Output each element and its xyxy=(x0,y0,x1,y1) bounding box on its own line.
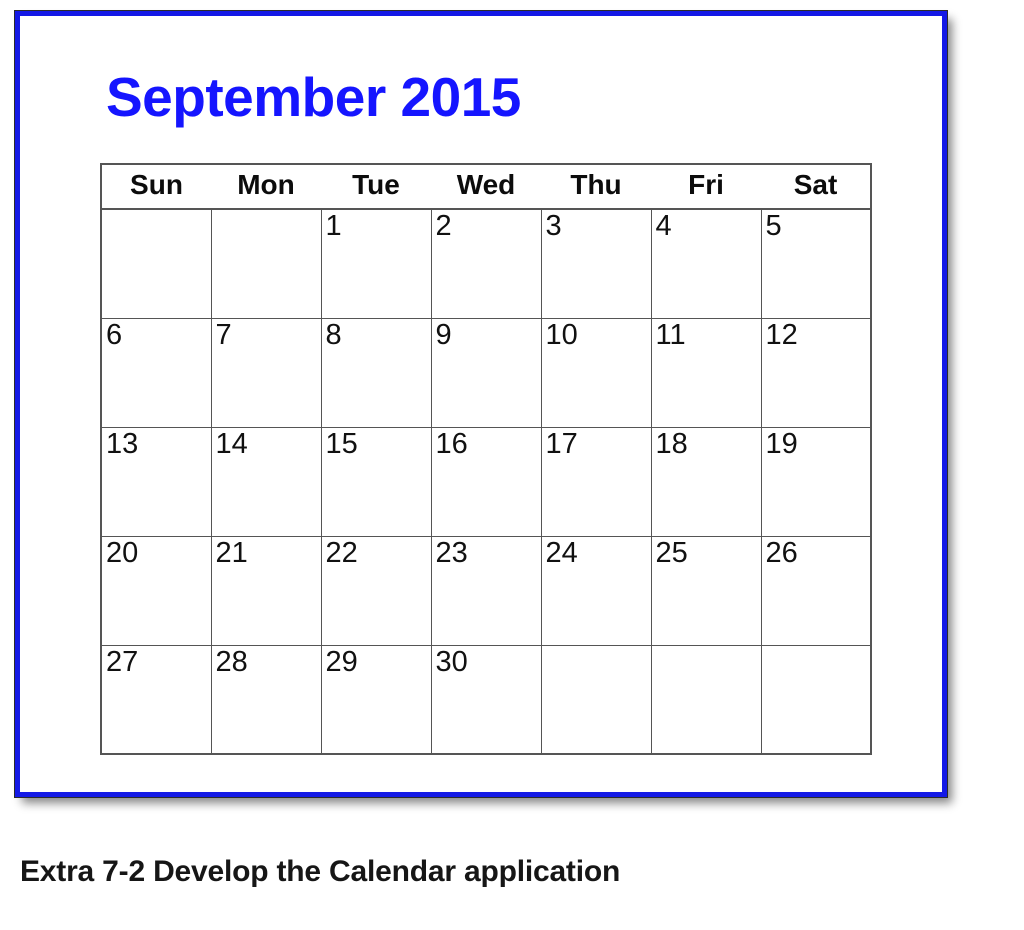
day-cell[interactable]: 6 xyxy=(100,317,212,428)
day-cell[interactable]: 22 xyxy=(320,535,432,646)
day-cell[interactable]: 9 xyxy=(430,317,542,428)
calendar-application-window: September 2015 Sun Mon Tue Wed Thu Fri S… xyxy=(14,10,948,798)
day-cell[interactable]: 28 xyxy=(210,644,322,755)
day-cell[interactable]: 24 xyxy=(540,535,652,646)
figure-caption: Extra 7-2 Develop the Calendar applicati… xyxy=(20,855,621,888)
weekday-header-tue: Tue xyxy=(321,163,431,210)
weekday-header-sat: Sat xyxy=(761,163,872,210)
weekday-header-fri: Fri xyxy=(651,163,761,210)
day-cell[interactable]: 21 xyxy=(210,535,322,646)
day-cell[interactable]: 25 xyxy=(650,535,762,646)
day-cell[interactable] xyxy=(650,644,762,755)
day-cell[interactable]: 13 xyxy=(100,426,212,537)
day-cell[interactable]: 19 xyxy=(760,426,872,537)
day-cell[interactable]: 7 xyxy=(210,317,322,428)
weekday-header-wed: Wed xyxy=(431,163,541,210)
day-cell[interactable]: 17 xyxy=(540,426,652,537)
day-cell[interactable]: 14 xyxy=(210,426,322,537)
calendar-week-row: 1 2 3 4 5 xyxy=(100,208,872,319)
day-cell[interactable] xyxy=(540,644,652,755)
day-cell[interactable]: 23 xyxy=(430,535,542,646)
day-cell[interactable]: 5 xyxy=(760,208,872,319)
window-client-area: September 2015 Sun Mon Tue Wed Thu Fri S… xyxy=(20,16,942,792)
weekday-header-row: Sun Mon Tue Wed Thu Fri Sat xyxy=(100,163,872,210)
day-cell[interactable]: 2 xyxy=(430,208,542,319)
calendar-week-row: 6 7 8 9 10 11 12 xyxy=(100,317,872,428)
day-cell[interactable]: 16 xyxy=(430,426,542,537)
calendar-week-row: 13 14 15 16 17 18 19 xyxy=(100,426,872,537)
window-blue-border: September 2015 Sun Mon Tue Wed Thu Fri S… xyxy=(15,11,947,797)
day-cell[interactable]: 8 xyxy=(320,317,432,428)
calendar-table: Sun Mon Tue Wed Thu Fri Sat 1 2 3 4 5 6 … xyxy=(100,163,872,755)
calendar-weeks: 1 2 3 4 5 6 7 8 9 10 11 12 13 14 15 16 1… xyxy=(100,208,872,755)
day-cell[interactable]: 12 xyxy=(760,317,872,428)
day-cell[interactable]: 1 xyxy=(320,208,432,319)
day-cell[interactable]: 4 xyxy=(650,208,762,319)
day-cell[interactable]: 3 xyxy=(540,208,652,319)
day-cell[interactable]: 30 xyxy=(430,644,542,755)
calendar-week-row: 27 28 29 30 xyxy=(100,644,872,755)
calendar-week-row: 20 21 22 23 24 25 26 xyxy=(100,535,872,646)
day-cell[interactable]: 29 xyxy=(320,644,432,755)
day-cell[interactable]: 15 xyxy=(320,426,432,537)
day-cell[interactable] xyxy=(760,644,872,755)
screenshot-root: September 2015 Sun Mon Tue Wed Thu Fri S… xyxy=(0,0,1024,930)
day-cell[interactable]: 18 xyxy=(650,426,762,537)
calendar-header-row-group: Sun Mon Tue Wed Thu Fri Sat xyxy=(100,163,872,210)
day-cell[interactable]: 10 xyxy=(540,317,652,428)
day-cell[interactable]: 27 xyxy=(100,644,212,755)
day-cell[interactable]: 26 xyxy=(760,535,872,646)
weekday-header-mon: Mon xyxy=(211,163,321,210)
weekday-header-sun: Sun xyxy=(100,163,211,210)
day-cell[interactable]: 20 xyxy=(100,535,212,646)
weekday-header-thu: Thu xyxy=(541,163,651,210)
calendar-month-title: September 2015 xyxy=(106,66,521,128)
calendar-table-container: Sun Mon Tue Wed Thu Fri Sat 1 2 3 4 5 6 … xyxy=(100,163,872,755)
day-cell[interactable]: 11 xyxy=(650,317,762,428)
day-cell[interactable] xyxy=(210,208,322,319)
day-cell[interactable] xyxy=(100,208,212,319)
